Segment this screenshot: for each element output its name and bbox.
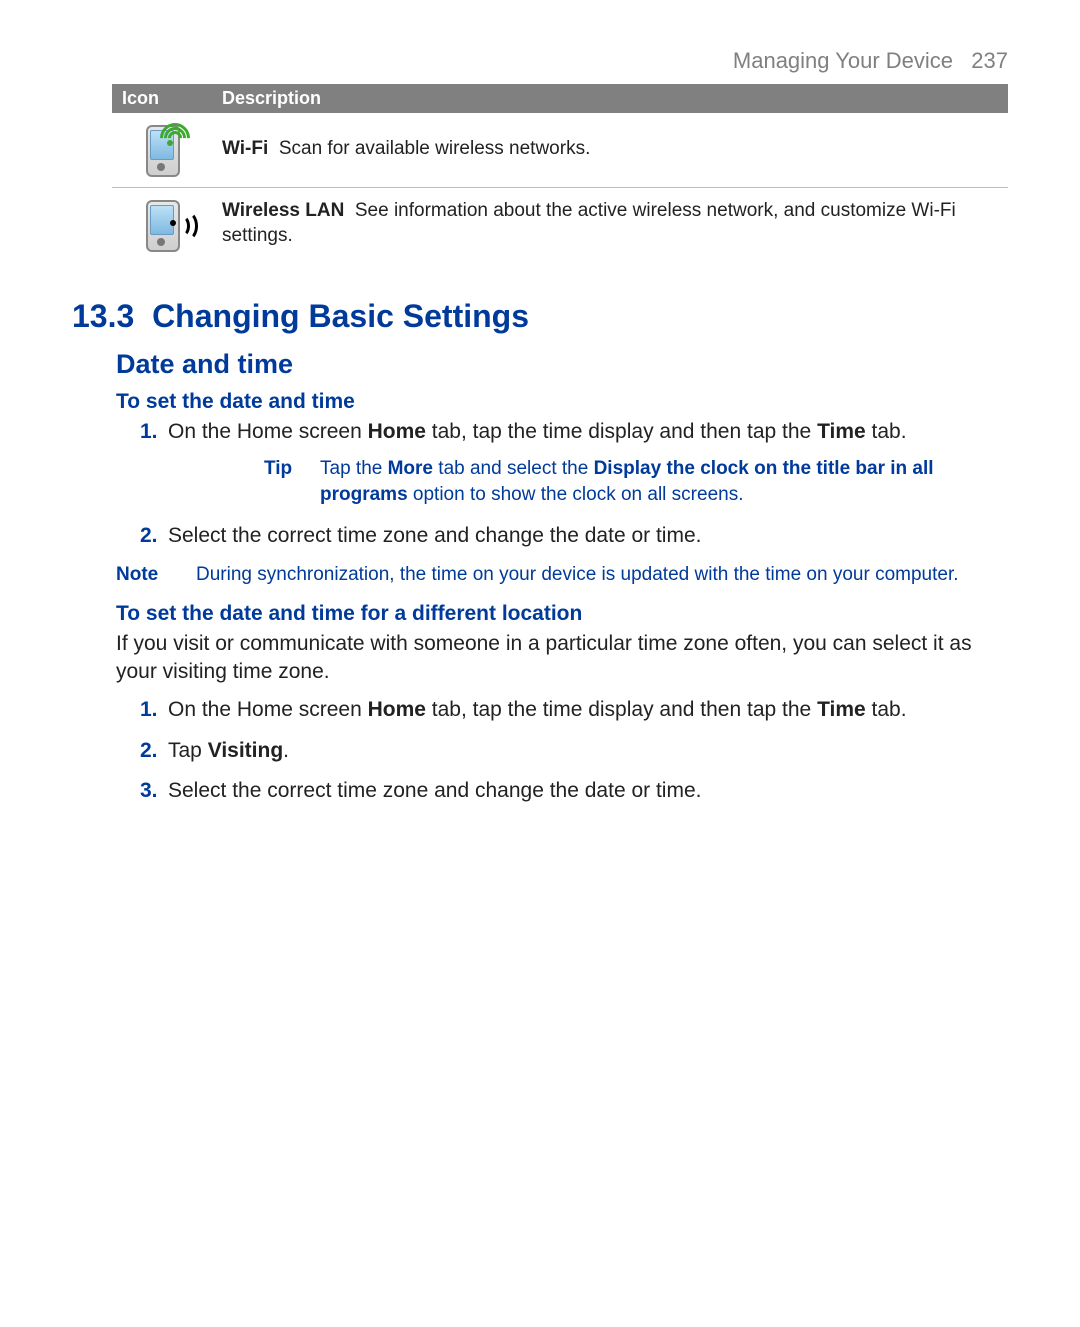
tip-label: Tip <box>264 456 320 507</box>
intro-paragraph: If you visit or communicate with someone… <box>116 630 1008 687</box>
procedure-heading-2: To set the date and time for a different… <box>116 602 1008 626</box>
page: Managing Your Device 237 Icon Descriptio… <box>0 0 1080 877</box>
step-number: 1. <box>140 696 158 724</box>
step-number: 1. <box>140 418 158 446</box>
note-label: Note <box>116 562 196 588</box>
step-number: 2. <box>140 522 158 550</box>
note-block: Note During synchronization, the time on… <box>116 562 1008 588</box>
step-3: 3. Select the correct time zone and chan… <box>140 777 1008 805</box>
step-1: 1. On the Home screen Home tab, tap the … <box>140 418 1008 508</box>
subsection-title: Date and time <box>116 349 1008 380</box>
tip-content: Tap the More tab and select the Display … <box>320 456 1008 507</box>
column-header-icon: Icon <box>112 84 212 113</box>
step-number: 2. <box>140 737 158 765</box>
chapter-name: Managing Your Device <box>733 48 953 73</box>
description-cell: Wi-Fi Scan for available wireless networ… <box>212 113 1008 188</box>
pda-wifi-icon <box>142 123 182 175</box>
term-wlan: Wireless LAN <box>222 200 344 221</box>
note-content: During synchronization, the time on your… <box>196 562 1008 588</box>
pda-wireless-lan-icon <box>142 198 182 250</box>
step-1: 1. On the Home screen Home tab, tap the … <box>140 696 1008 724</box>
icon-cell <box>112 113 212 188</box>
term-wifi: Wi-Fi <box>222 138 268 159</box>
section-title: 13.3 Changing Basic Settings <box>72 298 1008 335</box>
section-title-text: Changing Basic Settings <box>152 298 529 334</box>
icon-description-table: Icon Description Wi-Fi Scan for availabl… <box>112 84 1008 262</box>
desc-wifi: Scan for available wireless networks. <box>279 138 591 159</box>
tip-block: Tip Tap the More tab and select the Disp… <box>264 456 1008 507</box>
column-header-description: Description <box>212 84 1008 113</box>
page-number: 237 <box>971 48 1008 73</box>
running-header: Managing Your Device 237 <box>72 48 1008 74</box>
procedure-heading-1: To set the date and time <box>116 390 1008 414</box>
icon-cell <box>112 188 212 263</box>
step-2: 2. Select the correct time zone and chan… <box>140 522 1008 550</box>
table-row: Wireless LAN See information about the a… <box>112 188 1008 263</box>
description-cell: Wireless LAN See information about the a… <box>212 188 1008 263</box>
steps-list-2: 1. On the Home screen Home tab, tap the … <box>140 696 1008 805</box>
section-number: 13.3 <box>72 298 134 334</box>
steps-list-1: 1. On the Home screen Home tab, tap the … <box>140 418 1008 550</box>
table-row: Wi-Fi Scan for available wireless networ… <box>112 113 1008 188</box>
step-number: 3. <box>140 777 158 805</box>
step-2: 2. Tap Visiting. <box>140 737 1008 765</box>
